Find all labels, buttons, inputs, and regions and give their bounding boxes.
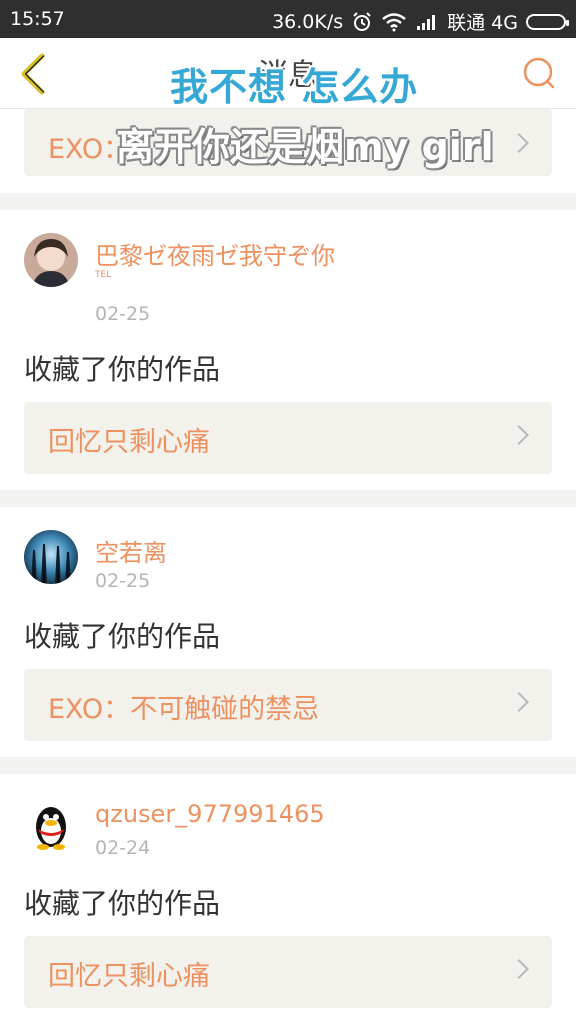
chevron-right-icon (509, 133, 529, 153)
avatar[interactable] (24, 797, 78, 851)
message-card: qzuser_977991465 02-24 收藏了你的作品 回忆只剩心痛 (0, 774, 576, 1024)
message-action: 收藏了你的作品 (24, 620, 221, 653)
username[interactable]: qzuser_977991465 (95, 800, 325, 828)
carrier-label: 联通 4G (447, 12, 518, 34)
status-right: 36.0K/s 联通 4G (272, 8, 569, 35)
chevron-right-icon (509, 692, 529, 712)
status-time: 15:57 (10, 8, 65, 30)
overlay-text-2: 离开你还是烟my girl (116, 125, 494, 169)
work-link[interactable]: 回忆只剩心痛 (24, 402, 552, 474)
message-action: 收藏了你的作品 (24, 353, 221, 386)
battery-icon (526, 13, 569, 30)
signal-icon (417, 14, 436, 30)
message-date: 02-24 (95, 837, 151, 859)
work-link[interactable]: EXO：不可触碰的禁忌 (24, 669, 552, 741)
message-card: 空若离 02-25 收藏了你的作品 EXO：不可触碰的禁忌 (0, 507, 576, 757)
message-card: 巴黎ゼ夜雨ゼ我守ぞ你 TEL 02-25 收藏了你的作品 回忆只剩心痛 (0, 210, 576, 490)
username[interactable]: 空若离 (95, 533, 167, 568)
work-title: 回忆只剩心痛 (48, 427, 210, 458)
work-link[interactable]: 回忆只剩心痛 (24, 936, 552, 1008)
status-bar: 15:57 36.0K/s 联通 4G (0, 0, 576, 38)
chevron-right-icon (509, 425, 529, 445)
work-title: EXO：不可触碰的禁忌 (48, 694, 320, 725)
work-title: 回忆只剩心痛 (48, 961, 210, 992)
alarm-icon (353, 11, 371, 31)
avatar[interactable] (24, 530, 78, 584)
message-date: 02-25 (95, 303, 151, 325)
avatar[interactable] (24, 233, 78, 287)
message-date: 02-25 (95, 570, 151, 592)
network-speed: 36.0K/s (272, 10, 344, 33)
chevron-right-icon (509, 959, 529, 979)
wifi-icon (382, 12, 406, 31)
message-action: 收藏了你的作品 (24, 887, 221, 920)
user-tag: TEL (95, 270, 112, 280)
username[interactable]: 巴黎ゼ夜雨ゼ我守ぞ你 (95, 236, 335, 271)
search-icon[interactable] (522, 56, 556, 90)
overlay-text-1: 我不想 怎么办 (170, 65, 419, 109)
